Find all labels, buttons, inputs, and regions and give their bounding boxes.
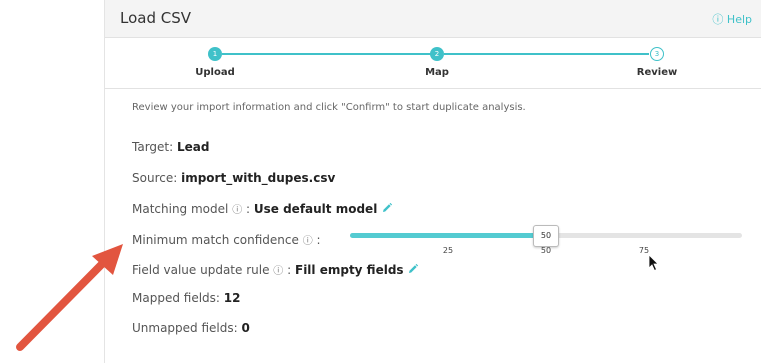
panel-title: Load CSV [120,9,192,27]
load-csv-panel: Load CSV ⓘ Help 1 Upload 2 Map 3 Review … [104,0,761,363]
matching-model-label: Matching model [132,202,229,216]
target-label: Target: [132,140,174,154]
source-row: Source: import_with_dupes.csv [132,171,335,185]
edit-pencil-icon[interactable] [381,202,393,214]
step-progress: 1 Upload 2 Map 3 Review [105,38,761,89]
mouse-pointer-icon [648,254,659,272]
mapped-fields-value: 12 [223,291,241,305]
min-confidence-row: Minimum match confidence ⓘ : [132,232,321,247]
slider-tick-label: 25 [442,246,454,255]
step-connector-2 [444,53,649,55]
step-map-indicator[interactable]: 2 [430,47,444,61]
source-label: Source: [132,171,178,185]
source-value: import_with_dupes.csv [181,171,336,185]
info-icon[interactable]: ⓘ [232,205,242,216]
slider-fill [350,233,546,238]
min-confidence-label: Minimum match confidence [132,233,299,247]
mapped-fields-row: Mapped fields: 12 [132,291,240,305]
matching-model-value: Use default model [253,202,378,216]
target-row: Target: Lead [132,140,209,154]
matching-model-row: Matching model ⓘ : Use default model [132,201,393,216]
slider-handle[interactable]: 50 [533,225,559,247]
matching-model-sep: : [246,202,251,216]
unmapped-fields-value: 0 [241,321,250,335]
target-value: Lead [177,140,210,154]
step-review-indicator[interactable]: 3 [650,47,664,61]
field-update-value: Fill empty fields [295,263,404,277]
step-upload-label[interactable]: Upload [195,67,234,78]
info-icon[interactable]: ⓘ [303,236,313,247]
mapped-fields-label: Mapped fields: [132,291,220,305]
min-confidence-sep: : [316,233,321,247]
step-map-label[interactable]: Map [425,67,449,78]
confidence-slider[interactable]: 25 50 75 50 [350,225,742,257]
intro-text: Review your import information and click… [132,102,526,113]
step-connector-1 [222,53,434,55]
unmapped-fields-label: Unmapped fields: [132,321,238,335]
step-review-label[interactable]: Review [637,67,677,78]
panel-header: Load CSV ⓘ Help [105,0,761,38]
field-update-row: Field value update rule ⓘ : Fill empty f… [132,262,419,277]
info-icon[interactable]: ⓘ [273,266,283,277]
step-upload-indicator[interactable]: 1 [208,47,222,61]
unmapped-fields-row: Unmapped fields: 0 [132,321,250,335]
edit-pencil-icon[interactable] [407,263,419,275]
help-link[interactable]: ⓘ Help [712,11,752,27]
field-update-sep: : [287,263,292,277]
slider-tick-label: 50 [540,246,552,255]
field-update-label: Field value update rule [132,263,270,277]
